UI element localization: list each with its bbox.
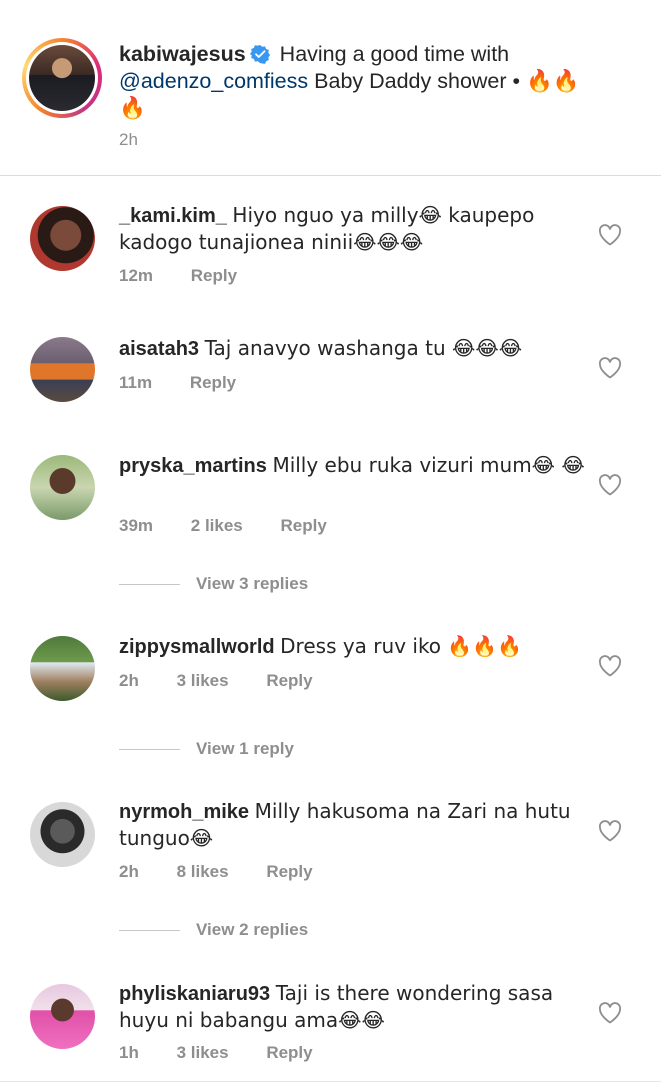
reply-button[interactable]: Reply bbox=[190, 373, 236, 392]
comment-text: aisatah3 Taj anavyo washanga tu 😂😂😂 bbox=[119, 335, 589, 362]
heart-outline-icon[interactable] bbox=[598, 357, 622, 379]
commenter-avatar[interactable] bbox=[30, 802, 95, 867]
comment-text: _kami.kim_ Hiyo nguo ya milly😂 kaupepo k… bbox=[119, 202, 589, 256]
comment-meta: 2h 8 likes Reply bbox=[119, 862, 346, 882]
commenter-avatar[interactable] bbox=[30, 455, 95, 520]
comment-text: phyliskaniaru93 Taji is there wondering … bbox=[119, 980, 589, 1034]
view-replies-label: View 3 replies bbox=[196, 574, 309, 593]
caption-divider bbox=[0, 175, 661, 176]
comment-message: Taj anavyo washanga tu 😂😂😂 bbox=[204, 336, 523, 360]
caption-avatar bbox=[29, 45, 95, 111]
reply-button[interactable]: Reply bbox=[266, 671, 312, 690]
comment-time: 2h bbox=[119, 862, 139, 881]
heart-outline-icon[interactable] bbox=[598, 1002, 622, 1024]
reply-button[interactable]: Reply bbox=[281, 516, 327, 535]
bottom-divider bbox=[0, 1081, 661, 1082]
verified-badge-icon bbox=[249, 45, 270, 64]
comment-username[interactable]: aisatah3 bbox=[119, 338, 199, 360]
comment-text: nyrmoh_mike Milly hakusoma na Zari na hu… bbox=[119, 798, 589, 852]
comment-message: Milly ebu ruka vizuri mum😂 😂 bbox=[272, 453, 585, 477]
commenter-avatar[interactable] bbox=[30, 984, 95, 1049]
comment-text: zippysmallworld Dress ya ruv iko 🔥🔥🔥 bbox=[119, 633, 589, 660]
comment-meta: 2h 3 likes Reply bbox=[119, 671, 346, 691]
heart-outline-icon[interactable] bbox=[598, 655, 622, 677]
heart-outline-icon[interactable] bbox=[598, 474, 622, 496]
comment-likes[interactable]: 3 likes bbox=[177, 1043, 229, 1062]
view-replies-button[interactable]: View 3 replies bbox=[119, 574, 308, 594]
comment-username[interactable]: pryska_martins bbox=[119, 455, 267, 477]
view-replies-button[interactable]: View 2 replies bbox=[119, 920, 308, 940]
comment-likes[interactable]: 8 likes bbox=[177, 862, 229, 881]
caption-text-start: Having a good time with bbox=[279, 42, 510, 66]
caption-fire-emoji: 🔥 bbox=[119, 96, 146, 121]
view-replies-label: View 2 replies bbox=[196, 920, 309, 939]
comment-meta: 12m Reply bbox=[119, 266, 270, 286]
caption-fire-emojis: 🔥🔥 bbox=[526, 69, 580, 94]
comment-message: Dress ya ruv iko 🔥🔥🔥 bbox=[280, 634, 523, 658]
caption-text: kabiwajesus Having a good time with @ade… bbox=[119, 41, 619, 122]
comment-time: 39m bbox=[119, 516, 154, 535]
comment-username[interactable]: _kami.kim_ bbox=[119, 205, 227, 227]
caption-text-end: Baby Daddy shower • bbox=[314, 69, 521, 93]
replies-line bbox=[119, 930, 180, 932]
replies-line bbox=[119, 584, 180, 586]
comment-meta: 11m Reply bbox=[119, 373, 269, 393]
heart-outline-icon[interactable] bbox=[598, 224, 622, 246]
comment-meta: 39m 2 likes Reply bbox=[119, 516, 360, 536]
comment-time: 1h bbox=[119, 1043, 139, 1062]
comment-username[interactable]: nyrmoh_mike bbox=[119, 801, 249, 823]
comment-username[interactable]: zippysmallworld bbox=[119, 636, 275, 658]
commenter-avatar[interactable] bbox=[30, 206, 95, 271]
commenter-avatar[interactable] bbox=[30, 337, 95, 402]
caption-avatar-story-ring[interactable] bbox=[22, 38, 102, 118]
post-caption: kabiwajesus Having a good time with @ade… bbox=[0, 0, 661, 176]
caption-mention-link[interactable]: @adenzo_comfiess bbox=[119, 69, 308, 93]
view-replies-button[interactable]: View 1 reply bbox=[119, 739, 294, 759]
comment-time: 12m bbox=[119, 266, 154, 285]
comment-time: 11m bbox=[119, 373, 153, 392]
comment-likes[interactable]: 2 likes bbox=[191, 516, 243, 535]
replies-line bbox=[119, 749, 180, 751]
heart-outline-icon[interactable] bbox=[598, 820, 622, 842]
comments-screen: kabiwajesus Having a good time with @ade… bbox=[0, 0, 661, 1084]
comment-username[interactable]: phyliskaniaru93 bbox=[119, 983, 270, 1005]
commenter-avatar[interactable] bbox=[30, 636, 95, 701]
caption-timestamp: 2h bbox=[119, 130, 138, 149]
comment-likes[interactable]: 3 likes bbox=[177, 671, 229, 690]
reply-button[interactable]: Reply bbox=[191, 266, 237, 285]
view-replies-label: View 1 reply bbox=[196, 739, 294, 758]
comment-time: 2h bbox=[119, 671, 139, 690]
caption-username[interactable]: kabiwajesus bbox=[119, 42, 246, 66]
comment-text: pryska_martins Milly ebu ruka vizuri mum… bbox=[119, 452, 589, 479]
reply-button[interactable]: Reply bbox=[266, 862, 312, 881]
comment-meta: 1h 3 likes Reply bbox=[119, 1043, 346, 1063]
reply-button[interactable]: Reply bbox=[266, 1043, 312, 1062]
